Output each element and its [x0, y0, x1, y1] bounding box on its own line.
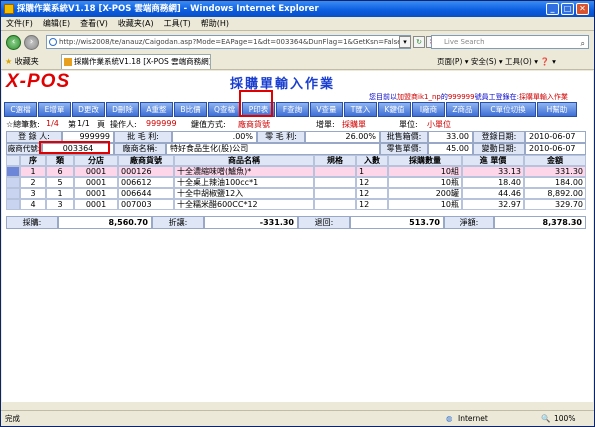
browser-tab[interactable]: 採購作業系統V1.18 [X-POS 雲端商務網]	[61, 54, 211, 69]
ie-page-icon	[49, 38, 57, 46]
command-bar[interactable]: 页面(P) ▾ 安全(S) ▾ 工具(O) ▾ ❓ ▾	[437, 55, 556, 68]
status-text: 完成	[5, 414, 20, 423]
zone-label: Internet	[458, 414, 488, 423]
minimize-button[interactable]: _	[546, 3, 559, 15]
table-row[interactable]: 4 3 0001 007003 十全糯米醋600CC*12 12 10瓶 32.…	[6, 199, 586, 210]
box-price-field[interactable]: 33.00	[428, 131, 473, 143]
address-bar-row: ‹ › http://wis2008/te/anauz/Caigodan.asp…	[1, 32, 594, 52]
search-icon[interactable]: ⌕	[581, 38, 585, 50]
compare-price-button[interactable]: B比價	[174, 102, 207, 117]
browser-window: 採購作業系統V1.18 [X-POS 雲端商務網] - Windows Inte…	[0, 0, 595, 427]
wholesale-margin-field[interactable]: .00%	[172, 131, 257, 143]
check-qty-button[interactable]: V查量	[310, 102, 343, 117]
open-file-button[interactable]: C選檔	[4, 102, 37, 117]
import-button[interactable]: T匯入	[344, 102, 377, 117]
menu-file[interactable]: 文件(F)	[1, 17, 38, 31]
discount-total: -331.30	[204, 216, 298, 229]
retail-margin-field[interactable]: 26.00%	[305, 131, 380, 143]
window-title: 採購作業系統V1.18 [X-POS 雲端商務網] - Windows Inte…	[17, 4, 319, 14]
net-total: 8,378.30	[494, 216, 586, 229]
totals-row: 採購: 8,560.70 折讓: -331.30 退回: 513.70 淨額: …	[6, 216, 586, 229]
menu-help[interactable]: 帮助(H)	[196, 17, 234, 31]
dropdown-arrow-icon[interactable]: ▾	[399, 36, 411, 48]
menu-favorites[interactable]: 收藏夹(A)	[113, 17, 159, 31]
zoom-icon[interactable]: 🔍	[541, 411, 550, 426]
live-search-input[interactable]: Live Search ⌕	[431, 35, 589, 49]
refresh-icon[interactable]: ↻	[413, 36, 425, 48]
title-bar: 採購作業系統V1.18 [X-POS 雲端商務網] - Windows Inte…	[1, 1, 594, 17]
favorites-button[interactable]: ★ 收藏夹	[5, 55, 39, 68]
unit-switch-button[interactable]: C單位切換	[480, 102, 536, 117]
search-file-button[interactable]: Q查檔	[208, 102, 241, 117]
vendor-code-highlight	[39, 141, 110, 154]
purchase-total: 8,560.70	[58, 216, 152, 229]
query-button[interactable]: F查詢	[276, 102, 309, 117]
change-date-field[interactable]: 2010-06-07	[525, 143, 586, 155]
product-button[interactable]: Z商品	[446, 102, 479, 117]
maximize-button[interactable]: □	[561, 3, 574, 15]
star-icon: ★	[5, 57, 13, 66]
register-date-field[interactable]: 2010-06-07	[525, 131, 586, 143]
table-row[interactable]: 2 5 0001 006612 十全桌上辣油100cc*1 12 10瓶 18.…	[6, 177, 586, 188]
retail-price-field[interactable]: 45.00	[428, 143, 473, 155]
forward-icon[interactable]: ›	[24, 35, 39, 50]
return-total: 513.70	[350, 216, 444, 229]
page-content: X-POS 採購單輸入作業 您目前以加盟商ik1_np的999999號員工登錄在…	[2, 71, 593, 402]
help-button[interactable]: H幫助	[537, 102, 577, 117]
zoom-level[interactable]: 100%	[554, 411, 575, 426]
app-icon	[4, 4, 14, 14]
delete-button[interactable]: D刪除	[106, 102, 139, 117]
table-row[interactable]: 1 6 0001 000126 十全濃縮味噌(鱸魚)* 1 10組 33.13 …	[6, 166, 586, 177]
page-icon	[64, 58, 72, 66]
menu-edit[interactable]: 编辑(E)	[38, 17, 75, 31]
menu-bar: 文件(F) 编辑(E) 查看(V) 收藏夹(A) 工具(T) 帮助(H)	[1, 17, 594, 31]
action-toolbar: C選檔 E增單 D更改 D刪除 A重整 B比價 Q查檔 P印表 F查詢 V查量 …	[4, 102, 587, 118]
add-order-button[interactable]: E增單	[38, 102, 71, 117]
xpos-logo: X-POS	[6, 71, 71, 92]
order-info-line: ☆總筆數: 1/4 第 1/1 頁 操作人: 999999 鍵值方式: 廠商貨號…	[6, 119, 451, 129]
login-notice: 您目前以加盟商ik1_np的999999號員工登錄在:採購單輸入作業	[369, 93, 568, 101]
vendor-name-field[interactable]: 特好食品生化(股)公司	[166, 143, 380, 155]
refresh-button[interactable]: A重整	[140, 102, 173, 117]
address-input[interactable]: http://wis2008/te/anauz/Caigodan.asp?Mod…	[46, 35, 411, 49]
vendor-button[interactable]: I廠商	[412, 102, 445, 117]
menu-view[interactable]: 查看(V)	[75, 17, 113, 31]
grid-header: 序 類 分店 廠商貨號 商品名稱 規格 入數 採購數量 進 單價 金額	[6, 155, 586, 166]
menu-tools[interactable]: 工具(T)	[159, 17, 196, 31]
close-button[interactable]: ✕	[576, 3, 589, 15]
favorites-bar: ★ 收藏夹 採購作業系統V1.18 [X-POS 雲端商務網] 页面(P) ▾ …	[1, 53, 594, 70]
key-value-button[interactable]: K鍵值	[378, 102, 411, 117]
status-bar: 完成 ◍ Internet 🔍 100%	[1, 410, 594, 426]
table-row[interactable]: 3 1 0001 006644 十全中胡椒鹽12入 12 200罐 44.46 …	[6, 188, 586, 199]
print-button-highlight	[239, 90, 273, 117]
back-icon[interactable]: ‹	[6, 35, 21, 50]
globe-icon: ◍	[446, 414, 453, 423]
modify-button[interactable]: D更改	[72, 102, 105, 117]
